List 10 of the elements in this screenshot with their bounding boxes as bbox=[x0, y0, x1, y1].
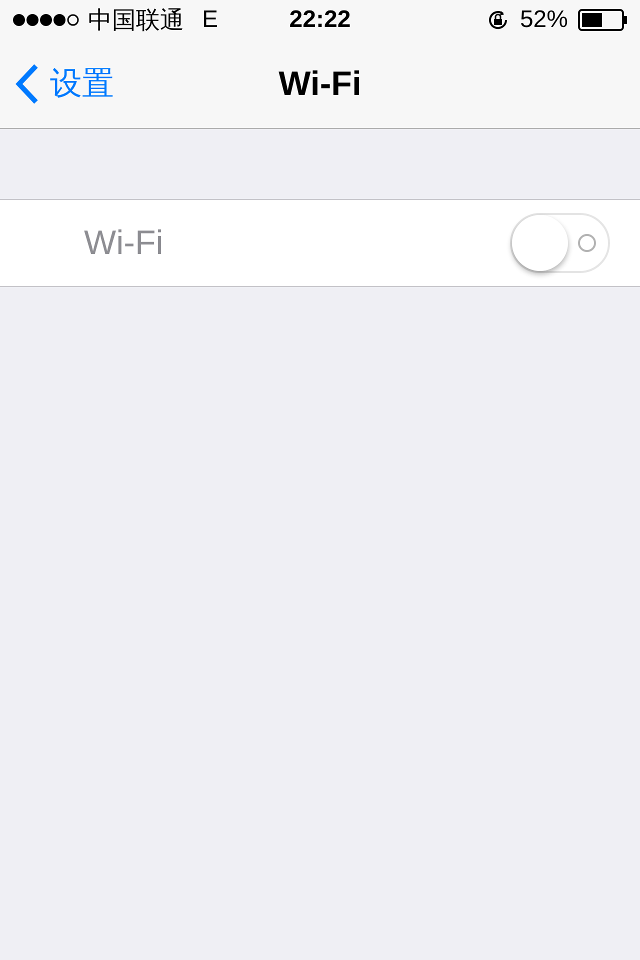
carrier-name: 中国联通 bbox=[88, 6, 184, 36]
back-button[interactable]: 设置 bbox=[0, 62, 114, 106]
signal-strength-icon bbox=[12, 13, 80, 27]
nav-title: Wi-Fi bbox=[278, 64, 362, 104]
chevron-left-icon bbox=[14, 64, 40, 104]
row-label: Wi-Fi bbox=[84, 224, 164, 262]
status-time: 22:22 bbox=[289, 6, 351, 33]
network-type: E bbox=[202, 6, 218, 34]
battery-percentage: 52% bbox=[520, 6, 568, 34]
battery-icon bbox=[578, 9, 628, 31]
